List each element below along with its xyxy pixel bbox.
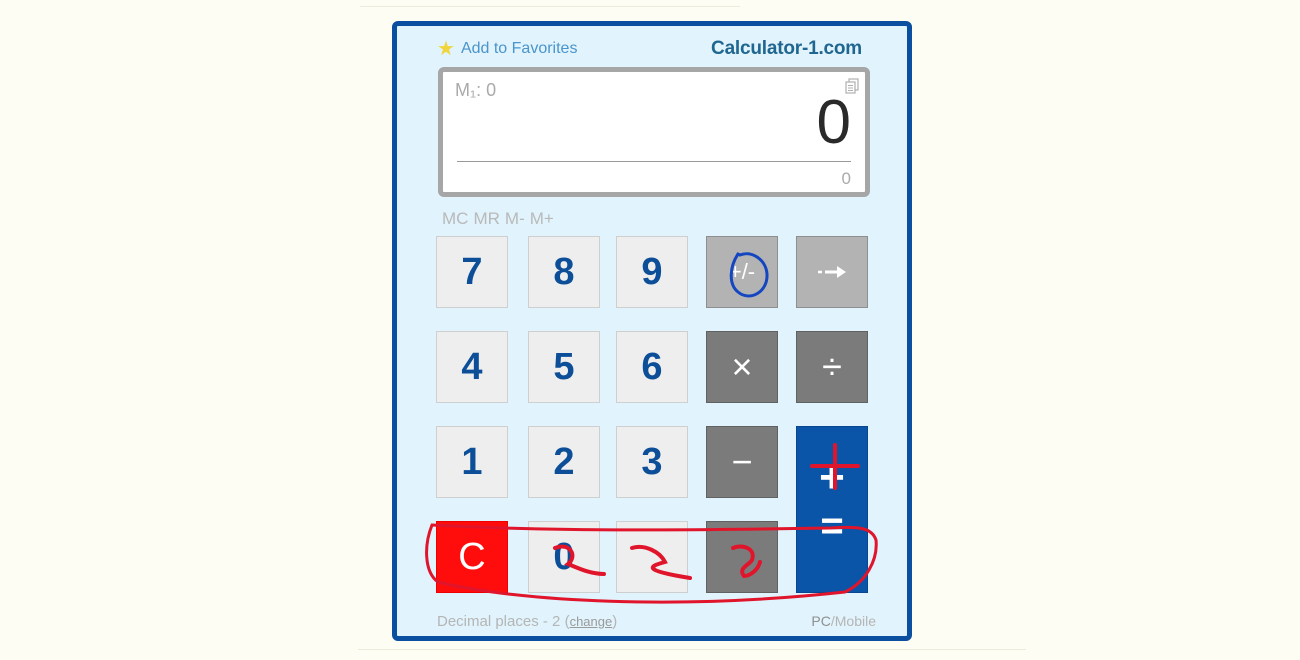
clear-button[interactable]: C [436, 521, 508, 593]
key-5[interactable]: 5 [528, 331, 600, 403]
equals-label: = [820, 503, 844, 548]
favorites-label: Add to Favorites [460, 40, 578, 57]
plus-minus-button[interactable]: +/- [706, 236, 778, 308]
memory-buttons: MC MR M- M+ [442, 209, 554, 229]
key-7[interactable]: 7 [436, 236, 508, 308]
calculator-display: M₁: 0 0 0 [438, 67, 870, 197]
star-icon: ★ [437, 38, 455, 60]
calculator-panel: ★ Add to Favorites Calculator-1.com M₁: … [392, 21, 912, 641]
key-2[interactable]: 2 [528, 426, 600, 498]
percent-button[interactable] [706, 521, 778, 593]
display-separator [457, 161, 851, 162]
key-9[interactable]: 9 [616, 236, 688, 308]
pc-link[interactable]: PC [811, 613, 830, 629]
plus-label: + [819, 452, 845, 502]
key-1[interactable]: 1 [436, 426, 508, 498]
mobile-link[interactable]: Mobile [835, 613, 876, 629]
version-switch: PC/Mobile [811, 613, 876, 629]
decimal-point-button[interactable] [616, 521, 688, 593]
change-link[interactable]: change [570, 614, 613, 629]
key-8[interactable]: 8 [528, 236, 600, 308]
multiply-button[interactable]: × [706, 331, 778, 403]
key-0[interactable]: 0 [528, 521, 600, 593]
add-to-favorites-link[interactable]: ★ Add to Favorites [437, 39, 577, 59]
mr-button[interactable]: MR [473, 209, 499, 229]
site-brand: Calculator-1.com [711, 38, 862, 59]
plus-equals-button[interactable]: + = [796, 426, 868, 593]
mc-button[interactable]: MC [442, 209, 468, 229]
bottom-rule [358, 649, 1026, 650]
key-4[interactable]: 4 [436, 331, 508, 403]
memory-indicator: M₁: 0 [455, 80, 497, 100]
decimal-places-text: Decimal places - 2 [437, 613, 561, 630]
key-3[interactable]: 3 [616, 426, 688, 498]
minus-button[interactable]: − [706, 426, 778, 498]
decimal-places-info: Decimal places - 2 (change) [437, 613, 617, 630]
divide-button[interactable]: ÷ [796, 331, 868, 403]
backspace-arrow-icon [818, 266, 846, 278]
key-6[interactable]: 6 [616, 331, 688, 403]
backspace-button[interactable] [796, 236, 868, 308]
secondary-result: 0 [841, 169, 851, 188]
m-minus-button[interactable]: M- [505, 209, 525, 229]
top-rule [360, 6, 740, 7]
main-result: 0 [816, 88, 851, 157]
paren-close: ) [612, 613, 618, 630]
m-plus-button[interactable]: M+ [530, 209, 554, 229]
